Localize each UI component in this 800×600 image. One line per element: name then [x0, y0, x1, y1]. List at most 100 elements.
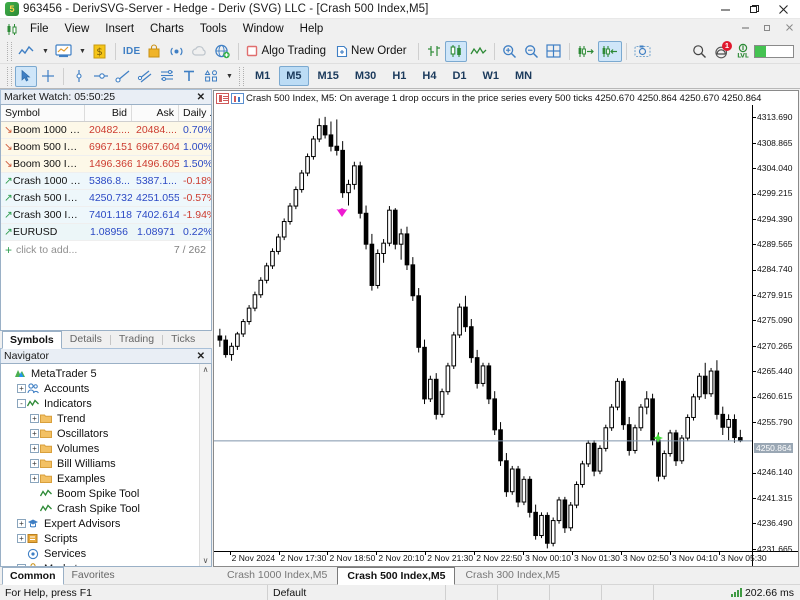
tab-ticks[interactable]: Ticks	[163, 330, 203, 348]
trendline-icon[interactable]	[112, 66, 134, 87]
timeframe-m15[interactable]: M15	[311, 66, 346, 86]
horizontal-line-icon[interactable]	[90, 66, 112, 87]
market-watch-row[interactable]: ↗ Crash 1000 In... 5386.8... 5387.1... -0.18…	[1, 173, 211, 190]
currency-button[interactable]: $	[89, 41, 111, 62]
column-symbol[interactable]: Symbol	[1, 105, 85, 121]
new-order-button[interactable]: New Order	[333, 41, 414, 62]
shapes-icon[interactable]	[200, 66, 222, 87]
tree-expander-icon[interactable]: +	[29, 428, 40, 439]
navigator-item-volumes[interactable]: + Volumes	[3, 441, 199, 456]
menu-window[interactable]: Window	[235, 21, 292, 37]
market-watch-row[interactable]: ↗Crash 300 Ind... 7401.118 7402.614 -1.94%	[1, 207, 211, 224]
navigator-item-examples[interactable]: + Examples	[3, 471, 199, 486]
tree-expander-icon[interactable]: +	[16, 383, 27, 394]
level-meter-icon[interactable]: LVL	[732, 41, 754, 62]
chart-template-dropdown[interactable]: ▼	[75, 41, 89, 62]
time-axis[interactable]: 2 Nov 2024 2 Nov 17:30 2 Nov 18:50 2 Nov 20…	[214, 551, 767, 566]
navigator-item-scripts[interactable]: + Scripts	[3, 531, 199, 546]
menu-help[interactable]: Help	[292, 21, 332, 37]
cursor-arrow-icon[interactable]	[15, 65, 37, 87]
tab-symbols[interactable]: Symbols	[2, 331, 62, 349]
tab-trading[interactable]: Trading	[111, 330, 162, 348]
shapes-dropdown[interactable]: ▼	[222, 66, 236, 87]
column-bid[interactable]: Bid	[85, 105, 132, 121]
chart-tab-crash-500[interactable]: Crash 500 Index,M5	[337, 567, 456, 585]
notifications-bell-icon[interactable]: 1	[710, 40, 732, 62]
market-watch-row[interactable]: ↘ Boom 500 In... 6967.151 6967.604 1.00%	[1, 139, 211, 156]
tree-expander-icon[interactable]: +	[16, 533, 27, 544]
signals-button[interactable]	[165, 41, 188, 62]
camera-icon[interactable]	[631, 41, 654, 62]
timeframe-h1[interactable]: H1	[385, 66, 413, 86]
chart-canvas[interactable]	[214, 105, 752, 551]
channel-icon[interactable]	[134, 66, 156, 87]
market-watch-row[interactable]: ↘ Boom 300 In... 1496.366 1496.605 1.50%	[1, 156, 211, 173]
market-watch-row[interactable]: ↘ Boom 1000 I... 20482.... 20484.... 0.70%	[1, 122, 211, 139]
chart-tab-crash-1000[interactable]: Crash 1000 Index,M5	[217, 566, 337, 584]
market-watch-add-row[interactable]: + click to add... 7 / 262	[1, 241, 211, 258]
timeframe-m30[interactable]: M30	[348, 66, 383, 86]
tab-favorites[interactable]: Favorites	[64, 566, 123, 584]
scroll-down-icon[interactable]: ∨	[203, 555, 209, 566]
chart-template-button[interactable]	[52, 41, 75, 62]
chart-shift-right-icon[interactable]	[574, 41, 598, 62]
navigator-item-expert-advisors[interactable]: + Expert Advisors	[3, 516, 199, 531]
scroll-up-icon[interactable]: ∧	[203, 364, 209, 375]
navigator-item-boom-spike-tool[interactable]: Boom Spike Tool	[3, 486, 199, 501]
toolbar-grip-2[interactable]	[7, 66, 12, 86]
timeframe-m1[interactable]: M1	[248, 66, 277, 86]
navigator-item-oscillators[interactable]: + Oscillators	[3, 426, 199, 441]
tree-expander-icon[interactable]: +	[16, 518, 27, 529]
crosshair-icon[interactable]	[37, 66, 59, 87]
child-restore-button[interactable]	[756, 20, 778, 36]
search-icon[interactable]	[688, 41, 710, 62]
tree-expander-icon[interactable]: -	[16, 398, 27, 409]
close-button[interactable]	[769, 0, 798, 19]
tab-details[interactable]: Details	[62, 330, 110, 348]
timeframe-w1[interactable]: W1	[476, 66, 507, 86]
column-ask[interactable]: Ask	[132, 105, 179, 121]
column-daily[interactable]: Daily ...	[179, 105, 211, 121]
tree-expander-icon[interactable]: +	[16, 563, 27, 566]
price-axis[interactable]: 4313.690 4308.865 4304.040 4299.215 4294.390…	[752, 105, 798, 554]
menu-charts[interactable]: Charts	[142, 21, 192, 37]
timeframe-d1[interactable]: D1	[445, 66, 473, 86]
market-button[interactable]	[143, 41, 165, 62]
zoom-in-button[interactable]	[499, 41, 521, 62]
connection-status[interactable]: 202.66 ms	[730, 587, 800, 599]
tab-common[interactable]: Common	[2, 567, 64, 585]
menu-insert[interactable]: Insert	[97, 21, 142, 37]
navigator-item-indicators[interactable]: - Indicators	[3, 396, 199, 411]
new-chart-button[interactable]	[15, 41, 38, 62]
globe-plus-icon[interactable]	[211, 41, 234, 62]
menu-view[interactable]: View	[57, 21, 98, 37]
timeframe-mn[interactable]: MN	[508, 66, 539, 86]
cloud-vps-button[interactable]	[188, 41, 211, 62]
child-minimize-button[interactable]	[734, 20, 756, 36]
algo-trading-button[interactable]: Algo Trading	[243, 41, 333, 62]
tree-expander-icon[interactable]: +	[29, 443, 40, 454]
data-window-icon[interactable]	[216, 92, 229, 104]
tree-expander-icon[interactable]: +	[29, 458, 40, 469]
toolbar-grip[interactable]	[7, 41, 12, 61]
metaeditor-button[interactable]: IDE	[120, 41, 144, 62]
tree-expander-icon[interactable]: +	[29, 413, 40, 424]
navigator-item-crash-spike-tool[interactable]: Crash Spike Tool	[3, 501, 199, 516]
navigator-item-trend[interactable]: + Trend	[3, 411, 199, 426]
indicator-list-icon[interactable]	[231, 92, 244, 104]
text-t-icon[interactable]	[178, 66, 200, 87]
navigator-item-accounts[interactable]: + Accounts	[3, 381, 199, 396]
navigator-item-services[interactable]: Services	[3, 546, 199, 561]
chart-shift-left-icon[interactable]	[597, 40, 622, 62]
bar-chart-button[interactable]	[423, 41, 445, 62]
menu-tools[interactable]: Tools	[192, 21, 235, 37]
timeframe-m5[interactable]: M5	[279, 66, 309, 86]
vertical-line-icon[interactable]	[68, 66, 90, 87]
timeframe-h4[interactable]: H4	[415, 66, 443, 86]
status-profile[interactable]: Default	[268, 584, 446, 600]
navigator-close-icon[interactable]: ✕	[194, 351, 208, 362]
zoom-out-button[interactable]	[521, 41, 543, 62]
minimize-button[interactable]	[711, 0, 740, 19]
maximize-restore-button[interactable]	[740, 0, 769, 19]
fibonacci-icon[interactable]	[156, 66, 178, 87]
